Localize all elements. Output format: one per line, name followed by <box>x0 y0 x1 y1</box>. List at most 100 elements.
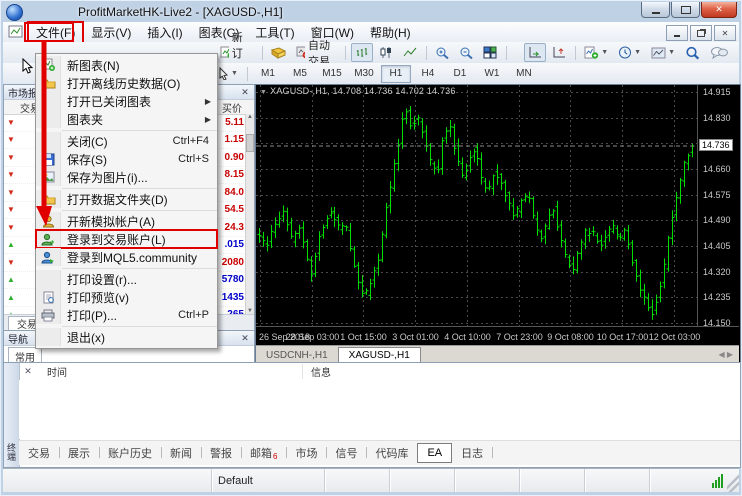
file-menu-item-3[interactable]: 图表夹▶ <box>36 110 217 128</box>
chart-title-line: ▼XAGUSD-,H1, 14.708 14.736 14.702 14.736 <box>260 86 456 96</box>
timeframe-button-H1[interactable]: H1 <box>381 65 411 83</box>
terminal-tab-信号[interactable]: 信号 <box>326 442 366 464</box>
file-menu-item-15[interactable]: 打印设置(r)... <box>36 270 217 288</box>
zoom-in-button[interactable] <box>431 43 453 62</box>
navigator-close-icon[interactable]: ✕ <box>240 333 250 344</box>
bar-chart-button[interactable] <box>351 43 373 62</box>
file-menu-item-13[interactable]: 登录到MQL5.community <box>36 248 217 266</box>
menu-item-shortcut: Ctrl+S <box>178 153 217 165</box>
terminal-tab-市场[interactable]: 市场 <box>286 442 326 464</box>
periods-dropdown-arrow[interactable]: ▼ <box>634 49 641 56</box>
time-axis[interactable]: 26 Sep 201828 Sep 03:001 Oct 15:003 Oct … <box>256 326 739 346</box>
tile-windows-button[interactable] <box>479 43 501 62</box>
restore-button[interactable] <box>671 2 700 18</box>
terminal-tab-警报[interactable]: 警报 <box>201 442 241 464</box>
resize-grip[interactable] <box>727 469 739 492</box>
terminal-tab-EA[interactable]: EA <box>417 443 452 463</box>
terminal-tabs: 交易展示账户历史新闻警报邮箱6市场信号代码库EA日志 <box>19 440 740 465</box>
timeframe-button-M15[interactable]: M15 <box>317 65 347 83</box>
candlestick-chart-button[interactable] <box>375 43 397 62</box>
price-axis[interactable]: 14.91514.83014.74514.66014.57514.49014.4… <box>697 85 740 326</box>
file-menu-item-9[interactable]: 打开数据文件夹(D) <box>36 190 217 208</box>
terminal-tab-日志[interactable]: 日志 <box>452 442 492 464</box>
menubar-item-帮助H[interactable]: 帮助(H) <box>362 22 419 43</box>
search-button[interactable] <box>681 43 704 62</box>
cursor-dropdown-arrow[interactable]: ▼ <box>231 70 238 77</box>
file-menu-item-17[interactable]: 打印(P)...Ctrl+P <box>36 306 217 324</box>
file-menu-item-6[interactable]: 保存(S)Ctrl+S <box>36 150 217 168</box>
menu-item-label: 保存(S) <box>61 151 178 168</box>
indicators-button[interactable]: ▼ <box>580 43 612 62</box>
close-button[interactable]: ✕ <box>701 2 737 18</box>
terminal-tab-账户历史[interactable]: 账户历史 <box>99 442 161 464</box>
auto-scroll-button[interactable] <box>524 43 546 62</box>
terminal-tab-交易[interactable]: 交易 <box>19 442 59 464</box>
new-order-button[interactable]: 新订单 <box>216 43 257 62</box>
line-chart-button[interactable] <box>399 43 421 62</box>
terminal-tab-邮箱[interactable]: 邮箱6 <box>241 442 286 464</box>
menu-item-label: 打印设置(r)... <box>61 271 217 288</box>
terminal-tab-代码库[interactable]: 代码库 <box>366 442 417 464</box>
menu-item-label: 登录到交易账户(L) <box>61 231 217 248</box>
timeframe-button-M30[interactable]: M30 <box>349 65 379 83</box>
price-chart[interactable] <box>256 85 697 326</box>
file-menu-item-2[interactable]: 打开已关闭图表▶ <box>36 92 217 110</box>
time-tick-label: 7 Oct 23:00 <box>496 332 543 342</box>
status-profile-cell[interactable]: Default <box>212 469 325 492</box>
timeframe-button-MN[interactable]: MN <box>509 65 539 83</box>
chart-window-icon[interactable] <box>8 25 24 39</box>
timeframe-button-D1[interactable]: D1 <box>445 65 475 83</box>
timeframe-button-H4[interactable]: H4 <box>413 65 443 83</box>
autotrading-button[interactable]: 自动交易 <box>292 43 340 62</box>
timeframe-button-M5[interactable]: M5 <box>285 65 315 83</box>
menubar-item-工具T[interactable]: 工具(T) <box>247 22 302 43</box>
templates-dropdown-arrow[interactable]: ▼ <box>668 49 675 56</box>
minimize-button[interactable] <box>641 2 670 18</box>
chat-button[interactable] <box>706 43 732 62</box>
menubar-item-显示V[interactable]: 显示(V) <box>83 22 139 43</box>
file-menu-item-5[interactable]: 关闭(C)Ctrl+F4 <box>36 132 217 150</box>
file-menu-item-11[interactable]: 开新模拟帐户(A) <box>36 212 217 230</box>
trend-up-icon: ▲ <box>4 275 18 284</box>
indicators-icon <box>584 46 599 59</box>
tab-scroll-arrows[interactable]: ◀ ▶ <box>718 350 733 359</box>
zoom-out-button[interactable] <box>455 43 477 62</box>
submenu-arrow-icon: ▶ <box>205 115 217 124</box>
file-menu-item-12[interactable]: 登录到交易账户(L) <box>36 230 217 248</box>
mdi-close-button[interactable]: ✕ <box>714 25 736 41</box>
market-watch-close-icon[interactable]: ✕ <box>240 87 250 98</box>
timeframe-button-M1[interactable]: M1 <box>253 65 283 83</box>
file-menu-item-16[interactable]: 打印预览(v) <box>36 288 217 306</box>
title-bar[interactable]: ProfitMarketHK-Live2 - [XAGUSD-,H1] ✕ <box>3 2 739 22</box>
ohlc-text: XAGUSD-,H1, 14.708 14.736 14.702 14.736 <box>270 86 455 96</box>
terminal-tab-展示[interactable]: 展示 <box>59 442 99 464</box>
menubar-item-文件F[interactable]: 文件(F) <box>28 22 83 43</box>
file-menu-item-7[interactable]: 保存为图片(i)... <box>36 168 217 186</box>
chart-shift-button[interactable] <box>548 43 570 62</box>
yellow-envelope-button[interactable] <box>267 43 290 62</box>
file-menu-item-0[interactable]: 新图表(N) <box>36 56 217 74</box>
terminal-vertical-caption[interactable]: 终端 <box>4 363 20 467</box>
terminal-column-time[interactable]: 时间 <box>37 364 303 379</box>
terminal-column-message[interactable]: 信息 <box>303 364 331 379</box>
one-click-trading-icon[interactable]: ▼ <box>260 89 267 96</box>
toolbar-separator <box>247 67 248 81</box>
file-menu-item-19[interactable]: 退出(x) <box>36 328 217 346</box>
file-menu-item-1[interactable]: 打开离线历史数据(O) <box>36 74 217 92</box>
chart-tab-XAGUSDH1[interactable]: XAGUSD-,H1 <box>338 347 421 363</box>
mdi-restore-button[interactable] <box>690 25 712 41</box>
templates-button[interactable]: ▼ <box>647 43 679 62</box>
scrollbar-thumb[interactable] <box>246 134 254 152</box>
timeframe-button-W1[interactable]: W1 <box>477 65 507 83</box>
indicators-dropdown-arrow[interactable]: ▼ <box>601 49 608 56</box>
chart-plot-area[interactable]: ▼XAGUSD-,H1, 14.708 14.736 14.702 14.736 <box>256 85 697 326</box>
mdi-minimize-button[interactable] <box>666 25 688 41</box>
terminal-log-area[interactable] <box>19 380 740 439</box>
menubar-item-插入I[interactable]: 插入(I) <box>139 22 190 43</box>
chart-tab-USDCNHH1[interactable]: USDCNH-,H1 <box>256 348 338 363</box>
terminal-close-icon[interactable]: ✕ <box>19 366 37 377</box>
scroll-up-icon[interactable]: ▲ <box>247 114 253 120</box>
market-watch-scrollbar[interactable]: ▲ ▼ <box>245 114 254 314</box>
terminal-tab-新闻[interactable]: 新闻 <box>161 442 201 464</box>
periods-button[interactable]: ▼ <box>614 43 645 62</box>
